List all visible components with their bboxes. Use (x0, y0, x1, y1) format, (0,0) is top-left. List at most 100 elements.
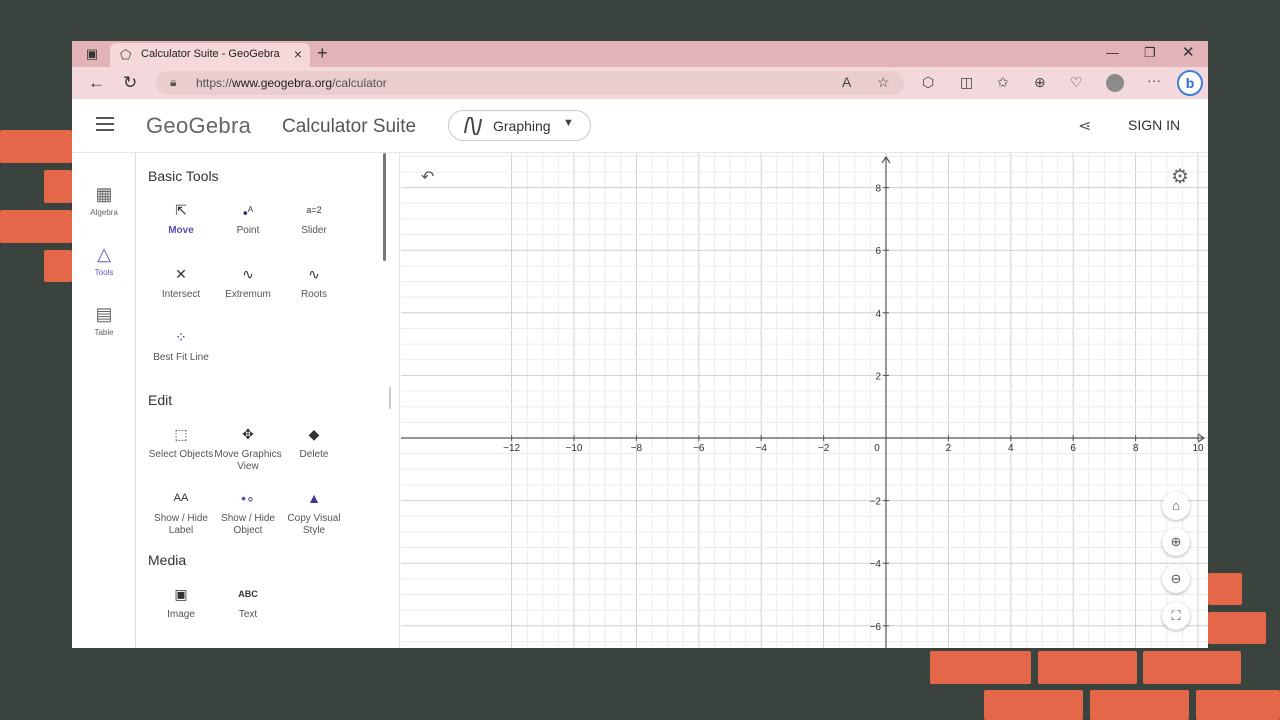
x-tick-label: −6 (693, 443, 705, 454)
extensions-icon[interactable]: ⬡ (922, 74, 934, 91)
tool-show-hide-object[interactable]: •∘ Show / Hide Object (210, 487, 286, 537)
app-picker-dropdown[interactable]: Graphing ▼ (448, 110, 591, 141)
tool-move[interactable]: ⇱ Move (143, 199, 219, 237)
browser-essentials-icon[interactable]: ♡ (1070, 74, 1083, 91)
graphing-curve-icon (464, 117, 482, 135)
brush-icon: ▲ (307, 490, 321, 506)
decorative-brick (44, 250, 72, 282)
section-title-media: Media (148, 552, 187, 568)
tool-show-hide-label[interactable]: AA Show / Hide Label (143, 487, 219, 537)
tab-bar: ▣ ⬠ Calculator Suite - GeoGebra × + — ❐ … (72, 41, 1208, 67)
graphics-view[interactable]: −12−10−8−6−4−20246810128642−2−4−6 ↶ ⚙ (401, 153, 1208, 648)
back-icon[interactable]: ← (88, 73, 105, 93)
decorative-brick (0, 210, 72, 243)
app-picker-label: Graphing (493, 118, 551, 134)
sign-in-button[interactable]: SIGN IN (1128, 117, 1180, 133)
tool-delete[interactable]: ◆ Delete (276, 423, 352, 461)
view-rail: ▦ Algebra △ Tools ▤ Table (72, 153, 136, 648)
tool-slider[interactable]: a=2 Slider (276, 199, 352, 237)
y-tick-label: 4 (875, 309, 881, 320)
tool-move-graphics-view[interactable]: ✥ Move Graphics View (210, 423, 286, 473)
new-tab-button[interactable]: + (317, 43, 328, 64)
rail-item-label: Table (94, 328, 114, 337)
profile-avatar[interactable] (1106, 74, 1124, 92)
geogebra-logo[interactable]: GeoGebra (146, 113, 251, 139)
decorative-brick (1208, 573, 1242, 605)
point-icon: •A (242, 204, 254, 221)
tool-intersect[interactable]: ✕ Intersect (143, 263, 219, 301)
menu-icon[interactable] (96, 117, 114, 131)
tool-image[interactable]: ▣ Image (143, 583, 219, 621)
tool-text[interactable]: ABC Text (210, 583, 286, 621)
more-options-icon[interactable]: ··· (1147, 72, 1161, 88)
tool-roots[interactable]: ∿ Roots (276, 263, 352, 301)
tool-extremum[interactable]: ∿ Extremum (210, 263, 286, 301)
roots-icon: ∿ (308, 266, 320, 282)
gear-icon[interactable]: ⚙ (1171, 164, 1189, 189)
tool-label: Slider (301, 225, 327, 236)
tool-select-objects[interactable]: ⬚ Select Objects (143, 423, 219, 461)
zoom-in-button[interactable]: ⊕ (1162, 528, 1190, 556)
image-icon: ▣ (174, 586, 188, 602)
decorative-brick (1090, 690, 1189, 720)
decorative-brick (1038, 651, 1137, 684)
move-icon: ⇱ (175, 202, 187, 218)
suite-title: Calculator Suite (282, 116, 417, 137)
tool-copy-visual-style[interactable]: ▲ Copy Visual Style (276, 487, 352, 537)
select-objects-icon: ⬚ (174, 426, 188, 442)
tool-label: Point (236, 225, 260, 236)
x-tick-label: −8 (631, 443, 643, 454)
split-screen-icon[interactable]: ◫ (960, 74, 973, 91)
tool-label: Extremum (225, 289, 271, 300)
home-icon: ⌂ (1172, 498, 1180, 513)
text-icon: ABC (238, 589, 258, 599)
tab-actions-icon[interactable]: ▣ (84, 46, 100, 62)
y-tick-label: 8 (875, 184, 881, 195)
rail-item-algebra[interactable]: ▦ Algebra (72, 183, 136, 217)
tool-label: Text (238, 609, 258, 620)
browser-window: ▣ ⬠ Calculator Suite - GeoGebra × + — ❐ … (72, 41, 1208, 648)
tool-label: Select Objects (148, 449, 214, 460)
x-tick-label: −10 (566, 443, 583, 454)
coordinate-grid[interactable]: −12−10−8−6−4−20246810128642−2−4−6 (401, 153, 1208, 648)
tool-label: Move Graphics View (214, 449, 282, 472)
share-icon[interactable]: ⋖ (1078, 116, 1091, 136)
rail-item-tools[interactable]: △ Tools (72, 243, 136, 277)
refresh-icon[interactable]: ↻ (123, 73, 137, 93)
url-field[interactable]: 🔒︎ https://www.geogebra.org/calculator (156, 71, 904, 95)
rail-item-table[interactable]: ▤ Table (72, 303, 136, 337)
standard-view-button[interactable]: ⌂ (1162, 492, 1190, 520)
rail-item-label: Algebra (90, 208, 118, 217)
tool-label: Delete (299, 449, 329, 460)
x-tick-label: 6 (1070, 443, 1076, 454)
move-graphics-icon: ✥ (242, 426, 254, 442)
y-tick-label: −6 (870, 622, 882, 633)
close-window-icon[interactable]: ✕ (1182, 43, 1195, 61)
favorites-icon[interactable]: ✩ (997, 74, 1009, 91)
zoom-out-button[interactable]: ⊖ (1162, 565, 1190, 593)
y-tick-label: 6 (875, 246, 881, 257)
read-aloud-icon[interactable]: A (842, 74, 851, 90)
close-tab-icon[interactable]: × (294, 46, 302, 62)
url-text: https://www.geogebra.org/calculator (196, 76, 387, 90)
tool-point[interactable]: •A Point (210, 199, 286, 237)
undo-icon[interactable]: ↶ (421, 167, 434, 187)
tool-best-fit-line[interactable]: ⁘ Best Fit Line (143, 326, 219, 364)
zoom-in-icon: ⊕ (1170, 534, 1182, 549)
zoom-out-icon: ⊖ (1170, 571, 1182, 586)
fullscreen-button[interactable]: ⛶ (1162, 602, 1190, 630)
browser-tab[interactable]: ⬠ Calculator Suite - GeoGebra × (110, 43, 310, 67)
decorative-brick (0, 130, 72, 163)
x-tick-label: 8 (1133, 443, 1139, 454)
decorative-brick (984, 690, 1083, 720)
favorite-star-icon[interactable]: ☆ (877, 74, 890, 91)
restore-icon[interactable]: ❐ (1144, 45, 1156, 61)
panel-resize-handle[interactable] (389, 387, 391, 409)
decorative-brick (930, 651, 1031, 684)
x-tick-label: 0 (874, 443, 880, 454)
scrollbar[interactable] (383, 153, 386, 261)
bing-copilot-icon[interactable]: b (1177, 70, 1203, 96)
collections-icon[interactable]: ⊕ (1034, 74, 1046, 91)
minimize-icon[interactable]: — (1106, 45, 1119, 60)
eraser-icon: ◆ (308, 426, 320, 442)
